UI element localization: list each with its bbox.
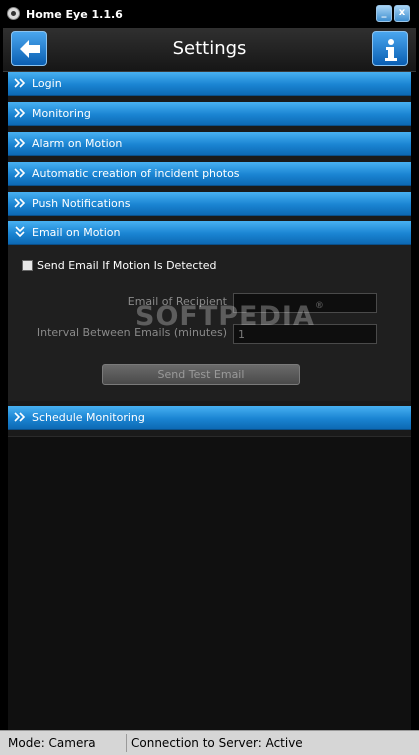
email-interval-label: Interval Between Emails (minutes) [36,326,227,339]
info-icon [385,39,397,61]
settings-content: Login Monitoring Alarm on Motion Automat… [8,72,411,730]
page-title: Settings [172,38,247,59]
minimize-button[interactable]: _ [376,5,392,22]
double-chevron-down-icon [15,226,25,238]
recipient-email-input[interactable] [233,293,377,313]
section-label: Monitoring [32,107,91,120]
section-label: Login [32,77,62,90]
email-on-motion-panel: Send Email If Motion Is Detected Email o… [8,245,411,401]
info-button[interactable] [372,31,408,66]
app-window: Home Eye 1.1.6 _ x Settings Login Monito… [0,0,419,755]
recipient-email-label: Email of Recipient [127,295,227,308]
double-chevron-right-icon [14,138,26,148]
camera-app-icon [7,7,20,20]
header-bar: Settings [3,28,416,72]
section-schedule-monitoring[interactable]: Schedule Monitoring [8,406,411,430]
double-chevron-right-icon [14,108,26,118]
send-email-checkbox[interactable] [22,260,33,271]
window-title: Home Eye 1.1.6 [26,8,123,21]
title-bar: Home Eye 1.1.6 _ x [0,0,419,28]
section-label: Email on Motion [32,226,121,239]
status-mode: Mode: Camera [8,736,96,750]
section-label: Schedule Monitoring [32,411,145,424]
section-label: Automatic creation of incident photos [32,167,240,180]
double-chevron-right-icon [14,168,26,178]
section-alarm-on-motion[interactable]: Alarm on Motion [8,132,411,156]
double-chevron-right-icon [14,198,26,208]
double-chevron-right-icon [14,78,26,88]
empty-content-area [8,436,411,730]
status-connection: Connection to Server: Active [126,734,415,752]
double-chevron-right-icon [14,412,26,422]
status-bar: Mode: Camera Connection to Server: Activ… [0,730,419,755]
section-email-on-motion[interactable]: Email on Motion [8,221,411,245]
email-interval-input[interactable] [233,324,377,344]
close-button[interactable]: x [394,5,410,22]
section-push-notifications[interactable]: Push Notifications [8,192,411,216]
section-label: Alarm on Motion [32,137,123,150]
section-incident-photos[interactable]: Automatic creation of incident photos [8,162,411,186]
send-email-checkbox-label[interactable]: Send Email If Motion Is Detected [37,259,217,272]
section-login[interactable]: Login [8,72,411,96]
section-label: Push Notifications [32,197,131,210]
section-monitoring[interactable]: Monitoring [8,102,411,126]
send-test-email-button[interactable]: Send Test Email [102,364,300,385]
